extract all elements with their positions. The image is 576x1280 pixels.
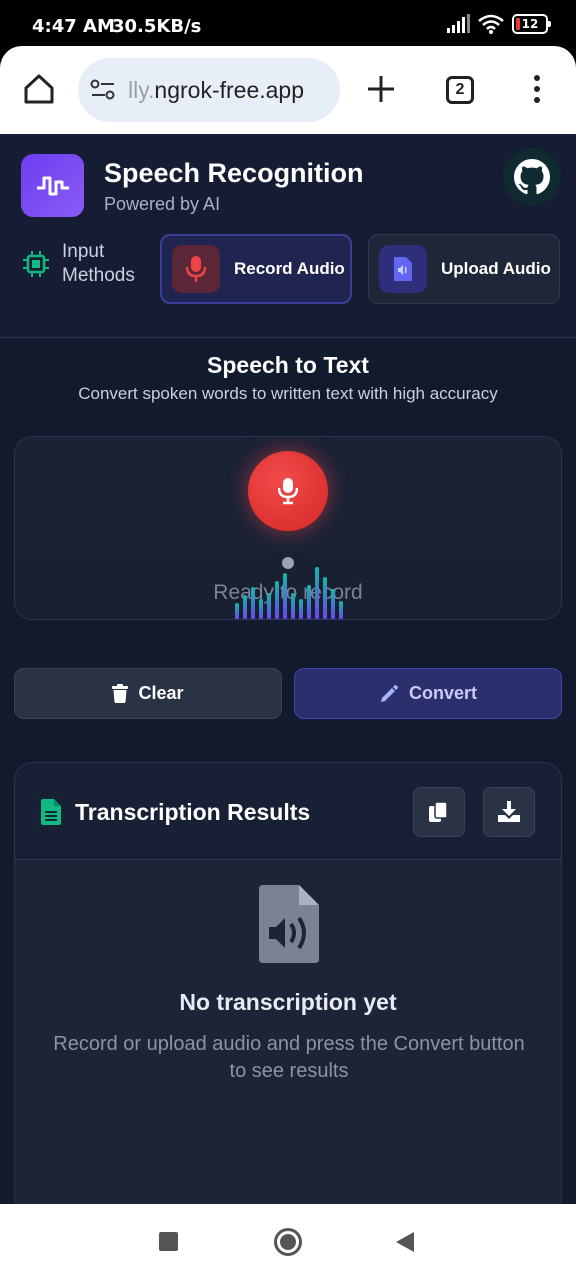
battery-icon: 12 [512,14,551,34]
recents-icon[interactable] [159,1232,178,1251]
audio-file-icon [259,885,319,963]
section-subtitle: Convert spoken words to written text wit… [78,384,498,403]
network-speed: 30.5KB/s [112,16,202,37]
download-button[interactable] [483,787,535,837]
url-text[interactable]: lly.ngrok-free.app [128,77,304,104]
copy-button[interactable] [413,787,465,837]
battery-level: 12 [521,17,539,31]
results-panel: Transcription Results No transcription y… [14,762,562,1204]
results-title: Transcription Results [75,799,311,825]
wifi-icon [478,14,504,34]
site-settings-icon[interactable] [90,79,116,101]
chip-icon [23,251,49,277]
tab-count: 2 [455,81,465,98]
address-bar[interactable]: lly.ngrok-free.app [78,58,340,122]
audio-file-icon [394,257,412,281]
results-header: Transcription Results [15,763,561,860]
convert-button[interactable]: Convert [294,668,562,719]
app-logo [21,154,84,217]
status-time: 4:47 AM [32,16,115,37]
empty-state-title: No transcription yet [179,989,397,1015]
home-nav-icon[interactable] [274,1228,302,1256]
clear-button[interactable]: Clear [14,668,282,719]
trash-icon [112,684,129,703]
home-icon[interactable] [22,72,56,106]
input-methods: Input Methods [22,240,152,288]
app-title: Speech Recognition [104,158,364,188]
more-menu-icon[interactable] [526,72,548,106]
record-audio-label: Record Audio [234,259,345,278]
app-subtitle: Powered by AI [104,194,221,214]
waveform-logo-icon [36,176,69,195]
download-icon [498,801,520,822]
waveform-indicator-dot [282,557,294,569]
url-faded: lly. [128,76,155,103]
record-toggle-button[interactable] [248,451,328,531]
record-panel: Ready to record [14,436,562,620]
back-icon[interactable] [396,1232,414,1252]
browser-toolbar: lly.ngrok-free.app 2 [0,46,576,134]
github-button[interactable] [503,148,561,206]
app-header: Speech Recognition Powered by AI Input M… [0,134,576,338]
app-container: Speech Recognition Powered by AI Input M… [0,134,576,1204]
signal-icon [447,14,470,33]
pencil-icon [380,684,398,702]
input-methods-label: Input Methods [62,241,135,286]
empty-state-text: Record or upload audio and press the Con… [53,1033,525,1082]
upload-audio-button[interactable]: Upload Audio [368,234,560,304]
microphone-icon [185,256,207,282]
copy-icon [429,801,448,822]
upload-icon-box [379,245,427,293]
section-title: Speech to Text [207,352,369,378]
microphone-icon [278,478,298,505]
upload-audio-label: Upload Audio [441,259,551,278]
system-nav-bar [0,1204,576,1280]
tab-switcher-button[interactable]: 2 [446,76,474,104]
clear-label: Clear [138,683,184,703]
convert-label: Convert [408,683,477,703]
url-domain: ngrok-free.app [154,76,304,103]
status-icons: 12 [446,14,551,34]
record-icon-box [172,245,220,293]
status-bar: 4:47 AM 30.5KB/s 12 [0,0,576,52]
document-icon [41,799,61,825]
record-audio-button[interactable]: Record Audio [160,234,352,304]
new-tab-icon[interactable] [364,72,398,106]
github-icon [514,159,550,195]
